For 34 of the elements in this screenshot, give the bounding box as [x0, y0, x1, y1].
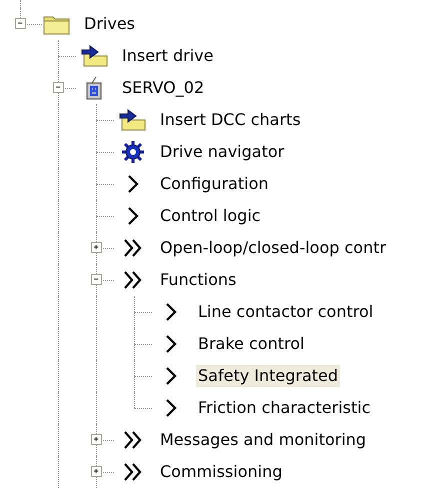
expand-toggle[interactable] [91, 242, 102, 253]
folder-arrow-icon [119, 109, 147, 131]
tree-item[interactable]: Control logic [158, 205, 263, 227]
chevron-icon [165, 398, 177, 418]
expand-toggle[interactable] [91, 434, 102, 445]
tree-item[interactable]: Insert DCC charts [158, 109, 303, 131]
expand-toggle[interactable] [91, 274, 102, 285]
chevron-icon [165, 334, 177, 354]
tree-item[interactable]: Safety Integrated [196, 365, 340, 387]
chevron-icon [165, 302, 177, 322]
expand-toggle[interactable] [53, 82, 64, 93]
gear-icon [120, 140, 146, 164]
double-chevron-icon [123, 270, 143, 290]
tree-item[interactable]: Messages and monitoring [158, 429, 368, 451]
double-chevron-icon [123, 430, 143, 450]
chevron-icon [165, 366, 177, 386]
tree-item[interactable]: Open-loop/closed-loop contr [158, 237, 388, 259]
tree-item[interactable]: Functions [158, 269, 238, 291]
expand-toggle[interactable] [15, 18, 26, 29]
tree-item[interactable]: Commissioning [158, 461, 284, 483]
expand-toggle[interactable] [91, 466, 102, 477]
tree-item[interactable]: Friction characteristic [196, 397, 373, 419]
folder-arrow-icon [81, 45, 109, 67]
double-chevron-icon [123, 462, 143, 482]
tree-item[interactable]: Drive navigator [158, 141, 286, 163]
tree-item[interactable]: Line contactor control [196, 301, 376, 323]
chevron-icon [127, 206, 139, 226]
double-chevron-icon [123, 238, 143, 258]
tree-item[interactable]: Configuration [158, 173, 271, 195]
tree-item[interactable]: Drives [82, 13, 137, 35]
tree-item[interactable]: Insert drive [120, 45, 216, 67]
tree-item[interactable]: SERVO_02 [120, 77, 206, 99]
tree-item[interactable]: Brake control [196, 333, 306, 355]
chevron-icon [127, 174, 139, 194]
